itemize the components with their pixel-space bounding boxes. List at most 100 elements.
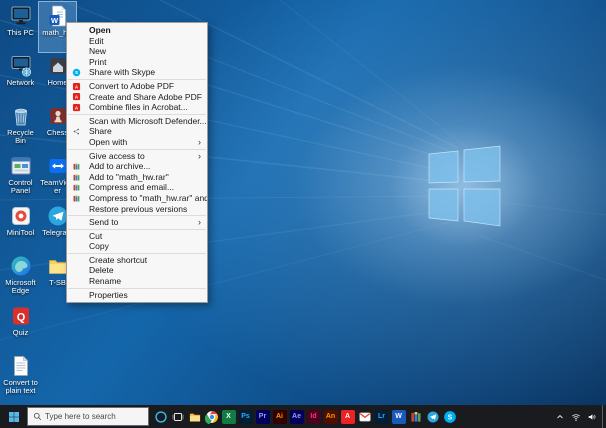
taskbar-gmail-icon[interactable] [356, 405, 373, 428]
menu-item-give-access-to[interactable]: Give access to › [67, 151, 207, 162]
desktop-icon-label: Home [47, 78, 68, 87]
adobe-pdf-icon: A [72, 92, 82, 103]
menu-item-open[interactable]: Open [67, 25, 207, 36]
menu-separator [68, 287, 206, 289]
taskbar-acrobat-icon[interactable]: A [339, 405, 356, 428]
desktop-icon-microsoft-edge[interactable]: Microsoft Edge [2, 252, 39, 302]
winrar-icon [72, 172, 82, 183]
taskbar-photoshop-icon[interactable]: Ps [237, 405, 254, 428]
menu-item-edit[interactable]: Edit [67, 36, 207, 47]
blank-icon [72, 276, 82, 287]
taskbar-lightroom-icon[interactable]: Lr [373, 405, 390, 428]
taskbar-search[interactable] [27, 407, 149, 426]
desktop-icon-this-pc[interactable]: This PC [2, 2, 39, 52]
taskbar-file-explorer-icon[interactable] [186, 405, 203, 428]
taskbar-after-effects-icon[interactable]: Ae [288, 405, 305, 428]
menu-item-share[interactable]: Share [67, 126, 207, 137]
taskbar-cortana-icon[interactable] [152, 405, 169, 428]
svg-text:S: S [75, 70, 78, 75]
menu-item-send-to[interactable]: Send to › [67, 217, 207, 228]
start-button[interactable] [0, 405, 27, 428]
windows-logo-icon [8, 411, 19, 422]
menu-item-compress-and-email[interactable]: Compress and email... [67, 182, 207, 193]
menu-item-label: Create and Share Adobe PDF [89, 91, 202, 102]
context-menu: Open Edit New Print S Share with Skype A Conver… [66, 22, 208, 304]
menu-item-convert-to-adobe-pdf[interactable]: A Convert to Adobe PDF [67, 81, 207, 92]
desktop-icon-label: Chess [46, 128, 69, 137]
menu-item-label: Compress to "math_hw.rar" and email [89, 192, 207, 203]
menu-item-label: Share [89, 126, 112, 137]
menu-item-properties[interactable]: Properties [67, 290, 207, 301]
menu-item-delete[interactable]: Delete [67, 265, 207, 276]
desktop-icon-label: This PC [7, 28, 34, 37]
blank-icon [72, 46, 82, 57]
winrar-icon [72, 193, 82, 204]
taskbar-animate-icon[interactable]: An [322, 405, 339, 428]
desktop-icon-label: MiniTool [6, 228, 35, 237]
menu-item-label: Cut [89, 230, 103, 241]
menu-item-combine-files-in-acrobat[interactable]: A Combine files in Acrobat... [67, 102, 207, 113]
menu-item-restore-previous-versions[interactable]: Restore previous versions [67, 204, 207, 215]
menu-item-create-and-share-adobe-pdf[interactable]: A Create and Share Adobe PDF [67, 92, 207, 103]
network-icon[interactable] [571, 412, 581, 422]
taskbar-indesign-icon[interactable]: Id [305, 405, 322, 428]
menu-item-rename[interactable]: Rename [67, 276, 207, 287]
menu-item-copy[interactable]: Copy [67, 241, 207, 252]
taskbar-illustrator-icon[interactable]: Ai [271, 405, 288, 428]
search-input[interactable] [45, 412, 143, 421]
taskbar-chrome-icon[interactable] [203, 405, 220, 428]
menu-item-print[interactable]: Print [67, 57, 207, 68]
desktop-icon-convert-to-plain-text[interactable]: Convert to plain text [2, 352, 39, 402]
menu-item-share-with-skype[interactable]: S Share with Skype [67, 67, 207, 78]
taskbar-excel-icon[interactable]: X [220, 405, 237, 428]
menu-item-label: Share with Skype [89, 67, 156, 78]
svg-text:S: S [447, 414, 452, 421]
menu-separator [68, 113, 206, 115]
blank-icon [72, 241, 82, 252]
blank-icon [72, 231, 82, 242]
menu-item-label: Properties [89, 289, 128, 300]
menu-item-label: Combine files in Acrobat... [89, 102, 188, 113]
skype-icon: S [72, 67, 82, 78]
menu-item-new[interactable]: New [67, 46, 207, 57]
menu-item-label: Give access to [89, 150, 145, 161]
blank-icon [72, 265, 82, 276]
taskbar-task-view-icon[interactable] [169, 405, 186, 428]
volume-icon[interactable] [587, 412, 597, 422]
taskbar-pins: X Ps Pr Ai Ae Id An A Lr W S [152, 405, 458, 428]
network-icon [9, 54, 33, 78]
menu-item-label: Add to "math_hw.rar" [89, 171, 169, 182]
edge-icon [9, 254, 33, 278]
taskbar-skype-icon[interactable]: S [441, 405, 458, 428]
menu-item-label: Open [89, 25, 111, 35]
desktop[interactable]: This PC Network Recycle Bin Control Panel Mi… [0, 0, 606, 405]
menu-item-label: Edit [89, 35, 104, 46]
desktop-icon-minitool[interactable]: MiniTool [2, 202, 39, 252]
menu-item-label: Print [89, 56, 107, 67]
menu-item-add-to-math-hw-rar[interactable]: Add to "math_hw.rar" [67, 172, 207, 183]
desktop-icon-label: Quiz [12, 328, 29, 337]
menu-item-compress-to-math-hw-rar-and-email[interactable]: Compress to "math_hw.rar" and email [67, 193, 207, 204]
menu-item-cut[interactable]: Cut [67, 231, 207, 242]
taskbar-telegram-pin-icon[interactable] [424, 405, 441, 428]
blank-icon [72, 151, 82, 162]
hidden-icons-icon[interactable] [555, 412, 565, 422]
menu-separator [68, 78, 206, 80]
taskbar-word-icon[interactable]: W [390, 405, 407, 428]
menu-item-label: Send to [89, 217, 119, 228]
text-file-icon [9, 354, 33, 378]
desktop-icon-control-panel[interactable]: Control Panel [2, 152, 39, 202]
blank-icon [72, 57, 82, 68]
desktop-icon-network[interactable]: Network [2, 52, 39, 102]
menu-item-open-with[interactable]: Open with › [67, 137, 207, 148]
menu-item-add-to-archive[interactable]: Add to archive... [67, 161, 207, 172]
taskbar-winrar-icon[interactable] [407, 405, 424, 428]
desktop-icon-quiz[interactable]: Q Quiz [2, 302, 39, 352]
menu-item-label: Create shortcut [89, 254, 148, 265]
quiz-icon: Q [9, 304, 33, 328]
desktop-icon-recycle-bin[interactable]: Recycle Bin [2, 102, 39, 152]
taskbar-premiere-icon[interactable]: Pr [254, 405, 271, 428]
menu-item-create-shortcut[interactable]: Create shortcut [67, 255, 207, 266]
menu-item-scan-with-microsoft-defender[interactable]: Scan with Microsoft Defender... [67, 116, 207, 127]
show-desktop-button[interactable] [602, 405, 606, 428]
